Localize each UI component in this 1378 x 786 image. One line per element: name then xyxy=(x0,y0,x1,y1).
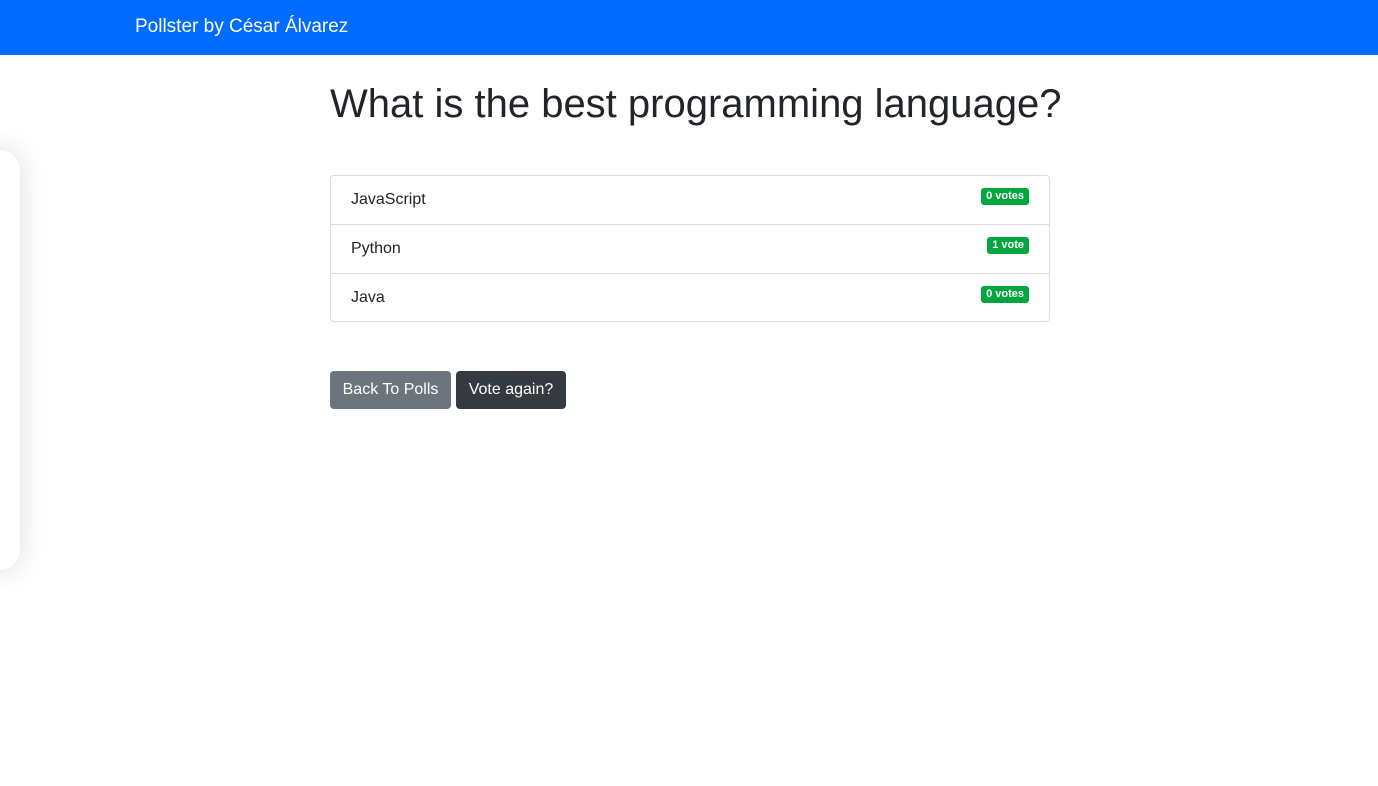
vote-count-badge: 0 votes xyxy=(981,188,1029,205)
page: Pollster by César Álvarez What is the be… xyxy=(0,0,1378,786)
back-to-polls-button[interactable]: Back To Polls xyxy=(330,371,451,409)
choice-label: Python xyxy=(351,240,401,257)
navbar: Pollster by César Álvarez xyxy=(0,0,1378,55)
navbar-brand[interactable]: Pollster by César Álvarez xyxy=(135,15,348,39)
poll-results-list: JavaScript 0 votes Python 1 vote Java 0 … xyxy=(330,175,1050,322)
side-panel-shadow xyxy=(0,150,20,570)
list-item-python: Python 1 vote xyxy=(331,225,1049,274)
choice-label: Java xyxy=(351,289,385,306)
vote-count-badge: 0 votes xyxy=(981,286,1029,303)
choice-label: JavaScript xyxy=(351,191,426,208)
vote-again-button[interactable]: Vote again? xyxy=(456,371,566,409)
list-item-javascript: JavaScript 0 votes xyxy=(331,176,1049,225)
vote-count-badge: 1 vote xyxy=(987,237,1029,254)
poll-question: What is the best programming language? xyxy=(330,82,1062,126)
list-item-java: Java 0 votes xyxy=(331,274,1049,321)
